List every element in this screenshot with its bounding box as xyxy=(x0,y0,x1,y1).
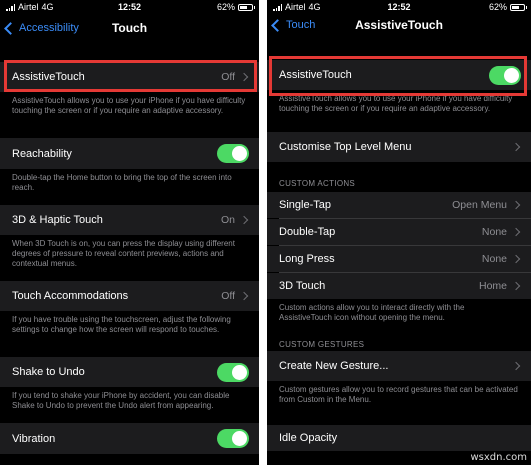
row-value: Off xyxy=(221,290,235,302)
reachability-toggle[interactable] xyxy=(217,144,249,163)
create-new-gesture-row[interactable]: Create New Gesture... xyxy=(267,351,531,381)
shake-to-undo-row: Shake to Undo xyxy=(0,357,259,387)
battery-icon xyxy=(238,3,255,11)
assistivetouch-row: AssistiveTouch xyxy=(267,60,531,90)
row-label: Vibration xyxy=(12,432,56,445)
watermark: wsxdn.com xyxy=(470,452,527,463)
row-value: None xyxy=(481,226,507,238)
back-label: Touch xyxy=(286,19,316,31)
row-label: Shake to Undo xyxy=(12,366,85,378)
row-label: Double-Tap xyxy=(279,226,336,238)
custom-gestures-header: CUSTOM GESTURES xyxy=(279,340,365,349)
row-label: AssistiveTouch xyxy=(12,71,85,83)
chevron-right-icon xyxy=(511,254,521,264)
touch-accommodations-row[interactable]: Touch Accommodations Off xyxy=(0,281,259,311)
haptic-touch-description: When 3D Touch is on, you can press the d… xyxy=(12,239,235,268)
double-tap-row[interactable]: Double-Tap None xyxy=(267,219,531,245)
idle-opacity-row[interactable]: Idle Opacity xyxy=(267,425,531,451)
assistivetouch-settings-screen: Airtel 4G 12:52 62% Touch AssistiveTouch… xyxy=(267,0,531,465)
custom-actions-description: Custom actions allow you to interact dir… xyxy=(279,303,465,322)
single-tap-row[interactable]: Single-Tap Open Menu xyxy=(267,192,531,218)
shake-to-undo-description: If you tend to shake your iPhone by acci… xyxy=(12,391,230,410)
row-value: None xyxy=(481,253,507,265)
custom-actions-header: CUSTOM ACTIONS xyxy=(279,179,356,188)
battery-icon xyxy=(510,3,527,11)
chevron-right-icon xyxy=(239,72,249,82)
row-label: Customise Top Level Menu xyxy=(279,141,412,153)
row-label: Idle Opacity xyxy=(279,432,338,444)
nav-bar: Accessibility Touch xyxy=(0,14,259,42)
chevron-right-icon xyxy=(511,142,521,152)
touch-accommodations-description: If you have trouble using the touchscree… xyxy=(12,315,231,334)
reachability-row: Reachability xyxy=(0,138,259,169)
chevron-right-icon xyxy=(511,281,521,291)
status-bar: Airtel 4G 12:52 62% xyxy=(0,0,259,14)
chevron-left-icon xyxy=(271,18,284,32)
reachability-description: Double-tap the Home button to bring the … xyxy=(12,173,232,192)
chevron-left-icon xyxy=(4,21,17,35)
customise-menu-row[interactable]: Customise Top Level Menu xyxy=(267,132,531,162)
chevron-right-icon xyxy=(511,227,521,237)
assistivetouch-description: AssistiveTouch allows you to use your iP… xyxy=(12,96,246,115)
shake-to-undo-toggle[interactable] xyxy=(217,362,249,382)
status-time: 12:52 xyxy=(117,2,142,12)
back-button[interactable]: Accessibility xyxy=(0,21,79,35)
assistivetouch-row[interactable]: AssistiveTouch Off xyxy=(0,62,259,92)
long-press-row[interactable]: Long Press None xyxy=(267,246,531,272)
custom-gestures-description: Custom gestures allow you to record gest… xyxy=(279,385,518,404)
back-button[interactable]: Touch xyxy=(267,18,316,32)
assistivetouch-description: AssistiveTouch allows you to use your iP… xyxy=(279,94,513,113)
row-value: Open Menu xyxy=(452,199,507,211)
chevron-right-icon xyxy=(239,215,249,225)
nav-bar: Touch AssistiveTouch xyxy=(267,14,531,36)
status-bar: Airtel 4G 12:52 62% xyxy=(267,0,531,14)
row-value: Off xyxy=(221,71,235,83)
chevron-right-icon xyxy=(511,361,521,371)
status-time: 12:52 xyxy=(387,2,411,12)
chevron-right-icon xyxy=(511,200,521,210)
row-label: Reachability xyxy=(12,147,72,160)
row-label: AssistiveTouch xyxy=(279,69,352,81)
row-label: Create New Gesture... xyxy=(279,360,389,372)
row-label: Single-Tap xyxy=(279,199,331,211)
row-label: 3D & Haptic Touch xyxy=(12,214,103,226)
row-label: 3D Touch xyxy=(279,280,326,292)
row-value: Home xyxy=(478,280,507,292)
haptic-touch-row[interactable]: 3D & Haptic Touch On xyxy=(0,205,259,235)
back-label: Accessibility xyxy=(19,22,79,34)
vibration-toggle[interactable] xyxy=(217,429,249,448)
row-value: On xyxy=(220,214,235,226)
3d-touch-row[interactable]: 3D Touch Home xyxy=(267,273,531,299)
chevron-right-icon xyxy=(239,291,249,301)
row-label: Touch Accommodations xyxy=(12,290,129,302)
assistivetouch-toggle[interactable] xyxy=(489,65,521,85)
row-label: Long Press xyxy=(279,253,335,265)
vibration-row: Vibration xyxy=(0,423,259,454)
touch-settings-screen: Airtel 4G 12:52 62% Accessibility Touch … xyxy=(0,0,259,465)
